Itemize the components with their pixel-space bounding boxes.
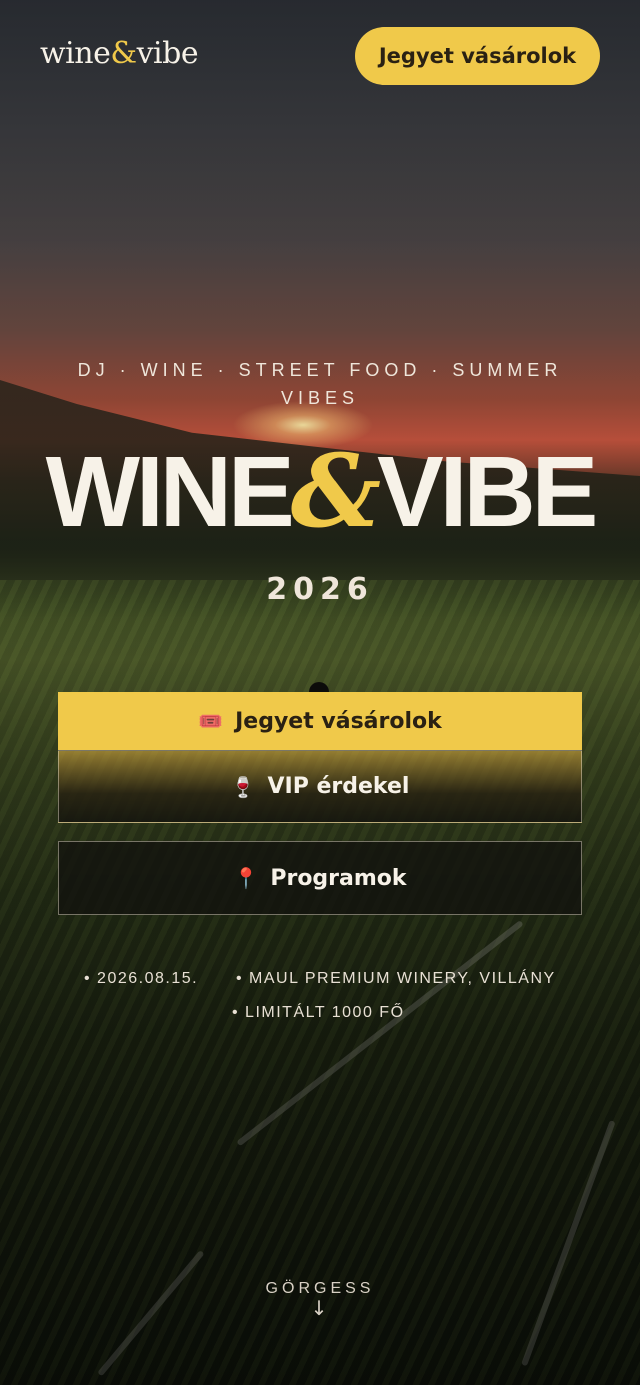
logo-text-left: wine xyxy=(40,36,111,71)
hero-tagline: DJ · WINE · STREET FOOD · SUMMER VIBES xyxy=(77,360,563,408)
wine-glass-icon: 🍷 xyxy=(230,774,256,799)
header-buy-ticket-button[interactable]: Jegyet vásárolok xyxy=(355,27,600,85)
hero-title-right: VIBE xyxy=(376,436,598,548)
arrow-down-icon[interactable]: ↓ xyxy=(309,1296,329,1320)
hero-title-ampersand: & xyxy=(290,432,381,550)
event-venue: • MAUL PREMIUM WINERY, VILLÁNY xyxy=(236,970,556,987)
event-date: • 2026.08.15. xyxy=(84,970,199,987)
hero-year: 2026 xyxy=(266,572,374,607)
programs-label: Programok xyxy=(270,865,407,891)
buy-ticket-button[interactable]: 🎟️ Jegyet vásárolok xyxy=(58,692,582,750)
hero-title: WINE&VIBE xyxy=(0,436,640,547)
programs-button[interactable]: 📍 Programok xyxy=(58,841,582,915)
logo-ampersand: & xyxy=(110,36,137,71)
vip-interest-label: VIP érdekel xyxy=(267,774,410,799)
pin-icon: 📍 xyxy=(233,866,259,890)
buy-ticket-label: Jegyet vásárolok xyxy=(235,708,442,734)
logo-text-right: vibe xyxy=(136,36,199,71)
ticket-icon: 🎟️ xyxy=(198,709,224,733)
event-capacity: • LIMITÁLT 1000 FŐ xyxy=(232,1004,405,1021)
vip-interest-button[interactable]: 🍷 VIP érdekel xyxy=(58,750,582,823)
hero-title-left: WINE xyxy=(45,436,295,548)
site-logo[interactable]: wine&vibe xyxy=(40,36,199,71)
